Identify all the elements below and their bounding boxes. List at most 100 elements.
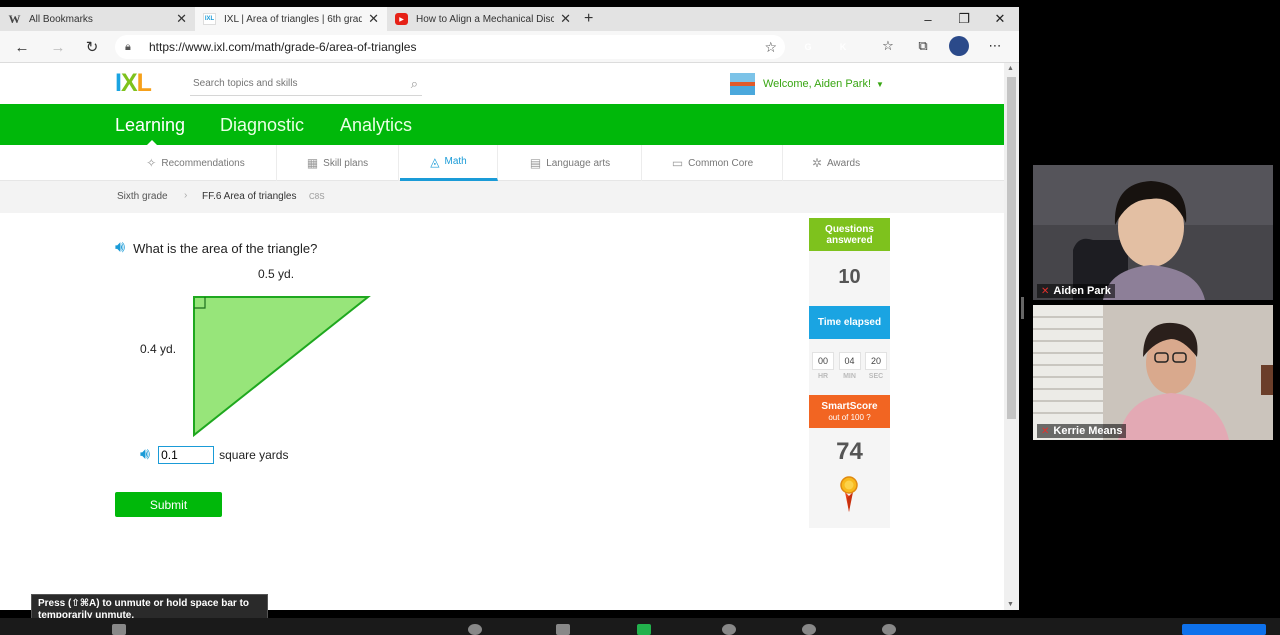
scroll-down-icon[interactable]: ▼	[1007, 601, 1014, 608]
end-meeting-button[interactable]	[1182, 624, 1266, 635]
muted-mic-icon: ✕	[1041, 425, 1050, 437]
page-scrollbar[interactable]: ▲ ▼	[1004, 63, 1019, 610]
favorite-star-icon[interactable]: ☆	[764, 39, 777, 56]
reactions-icon[interactable]	[882, 624, 896, 635]
video-icon[interactable]	[112, 624, 126, 635]
answer-input[interactable]	[158, 446, 215, 464]
triangle-shape	[193, 296, 371, 438]
main-nav: Learning Diagnostic Analytics	[0, 104, 1004, 146]
breadcrumb-separator: ›	[184, 190, 188, 201]
tab-learning[interactable]: Learning	[115, 115, 185, 136]
help-icon[interactable]	[802, 624, 816, 635]
search-box[interactable]: ⌕	[190, 72, 422, 96]
screen: W All Bookmarks ✕ IXL IXL | Area of tria…	[0, 0, 1280, 635]
ixl-logo[interactable]: IXL	[115, 69, 177, 97]
tab-label: Math	[444, 156, 467, 167]
tab-skill-plans[interactable]: ▦ Skill plans	[277, 145, 399, 181]
book-icon: ▤	[529, 156, 542, 170]
participants-icon[interactable]	[468, 624, 482, 635]
url-text[interactable]: https://www.ixl.com/math/grade-6/area-of…	[149, 40, 416, 54]
participant-name: Kerrie Means	[1053, 425, 1123, 437]
timer-unit: MIN	[843, 373, 856, 380]
smartscore-label: SmartScore	[821, 400, 878, 412]
forward-icon[interactable]: →	[47, 36, 69, 58]
tab-recommendations[interactable]: ✧ Recommendations	[115, 145, 277, 181]
questions-answered-value: 10	[838, 266, 861, 288]
time-label: Time elapsed	[817, 317, 882, 328]
timer-unit: HR	[817, 373, 829, 380]
ixl-favicon-icon: IXL	[203, 13, 216, 25]
questions-label: Questions answered	[825, 223, 874, 246]
profile-avatar[interactable]	[949, 36, 969, 56]
tab-label: Recommendations	[161, 157, 245, 169]
question-text: What is the area of the triangle?	[133, 240, 318, 256]
close-window-button[interactable]: ✕	[982, 7, 1018, 31]
participant-video	[1033, 165, 1273, 300]
breadcrumb-grade[interactable]: Sixth grade	[117, 191, 168, 202]
panel-splitter[interactable]	[1021, 297, 1024, 319]
stats-panel: Questions answered 10 Time elapsed 00 HR…	[809, 218, 890, 528]
address-bar[interactable]: 🔒︎ https://www.ixl.com/math/grade-6/area…	[115, 35, 785, 59]
participant-name: Aiden Park	[1053, 285, 1111, 297]
favorites-icon[interactable]: ☆	[879, 37, 897, 55]
speaker-icon[interactable]: 🔊︎	[115, 239, 125, 257]
tab-analytics[interactable]: Analytics	[340, 115, 412, 136]
user-menu[interactable]: Welcome, Aiden Park! ▼	[730, 72, 884, 96]
help-icon[interactable]: ?	[866, 413, 870, 422]
tab-awards[interactable]: ✲ Awards	[784, 145, 888, 181]
muted-mic-icon: ✕	[1041, 285, 1050, 297]
refresh-icon[interactable]: ↻	[81, 36, 103, 58]
timer-minutes: 04 MIN	[838, 352, 861, 380]
breadcrumb: Sixth grade › FF.6 Area of triangles C8S	[0, 181, 1004, 213]
chat-icon[interactable]	[556, 624, 570, 635]
answer-row: 🔊︎ square yards	[140, 444, 288, 466]
video-tile-kerrie[interactable]: ✕ Kerrie Means	[1033, 305, 1273, 440]
scrollbar-thumb[interactable]	[1007, 77, 1016, 419]
tab-youtube[interactable]: ▶ How to Align a Mechanical Disc ✕	[387, 7, 579, 31]
tab-ixl[interactable]: IXL IXL | Area of triangles | 6th grade …	[195, 7, 387, 31]
speaker-icon[interactable]: 🔊︎	[140, 446, 150, 464]
question-row: 🔊︎ What is the area of the triangle?	[115, 239, 317, 257]
share-screen-icon[interactable]	[637, 624, 651, 635]
timer-value: 20	[865, 352, 887, 370]
common-core-icon: ▭	[671, 156, 684, 170]
video-tile-aiden[interactable]: ✕ Aiden Park	[1033, 165, 1273, 300]
triangle-figure	[193, 296, 371, 438]
restore-button[interactable]: ❐	[946, 7, 982, 31]
tab-diagnostic[interactable]: Diagnostic	[220, 115, 304, 136]
subject-nav: ✧ Recommendations ▦ Skill plans ◬ Math ▤…	[0, 145, 1004, 181]
smartscore-header[interactable]: SmartScore out of 100 ?	[809, 395, 890, 428]
timer: 00 HR 04 MIN 20 SEC	[812, 352, 887, 380]
search-input[interactable]	[193, 78, 393, 89]
tab-math[interactable]: ◬ Math	[400, 145, 498, 181]
smartscore-value: 74	[836, 438, 863, 465]
lock-icon: 🔒︎	[125, 41, 131, 53]
search-icon[interactable]: ⌕	[411, 76, 418, 92]
submit-button[interactable]: Submit	[115, 492, 222, 517]
collections-icon[interactable]: ⧉	[914, 37, 932, 55]
new-tab-button[interactable]: +	[580, 7, 604, 31]
close-tab-icon[interactable]: ✕	[176, 11, 187, 27]
minimize-button[interactable]: –	[910, 7, 946, 31]
timer-value: 00	[812, 352, 834, 370]
tab-strip: W All Bookmarks ✕ IXL IXL | Area of tria…	[0, 7, 1019, 31]
back-icon[interactable]: ←	[11, 36, 33, 58]
tab-common-core[interactable]: ▭ Common Core	[643, 145, 783, 181]
close-tab-icon[interactable]: ✕	[368, 11, 379, 27]
grammarly-icon[interactable]: G	[800, 39, 816, 55]
tab-label: Awards	[826, 157, 861, 169]
tab-title: How to Align a Mechanical Disc	[416, 13, 555, 25]
tab-all-bookmarks[interactable]: W All Bookmarks ✕	[0, 7, 195, 31]
record-icon[interactable]	[722, 624, 736, 635]
kami-icon[interactable]: K	[835, 39, 851, 55]
close-tab-icon[interactable]: ✕	[560, 11, 571, 27]
chevron-down-icon: ▼	[876, 79, 884, 89]
smartscore-sub: out of 100	[828, 412, 864, 422]
timer-value: 04	[838, 352, 861, 370]
tab-label: Skill plans	[323, 157, 369, 169]
more-menu-icon[interactable]: ⋯	[986, 37, 1004, 55]
zoom-toolbar	[0, 618, 1280, 635]
tab-language-arts[interactable]: ▤ Language arts	[499, 145, 642, 181]
award-ribbon-icon	[840, 476, 858, 512]
scroll-up-icon[interactable]: ▲	[1007, 65, 1014, 72]
